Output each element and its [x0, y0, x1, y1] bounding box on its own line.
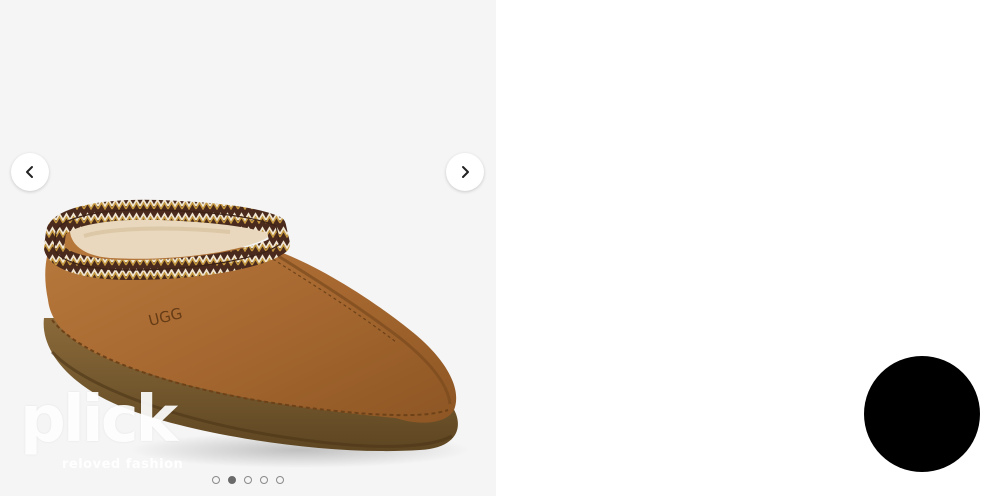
page: UGG plick reloved fashion: [0, 0, 1000, 496]
previous-image-button[interactable]: [11, 153, 49, 191]
carousel-dot-3[interactable]: [244, 476, 252, 484]
floating-action-circle[interactable]: [864, 356, 980, 472]
carousel-pagination: [0, 476, 496, 484]
product-image-gallery[interactable]: UGG plick reloved fashion: [0, 0, 496, 496]
carousel-dot-1[interactable]: [212, 476, 220, 484]
carousel-dot-5[interactable]: [276, 476, 284, 484]
next-image-button[interactable]: [446, 153, 484, 191]
carousel-dot-2-active[interactable]: [228, 476, 236, 484]
product-image: UGG: [43, 199, 470, 468]
carousel-dot-4[interactable]: [260, 476, 268, 484]
chevron-left-icon: [26, 166, 33, 178]
chevron-right-icon: [462, 166, 469, 178]
